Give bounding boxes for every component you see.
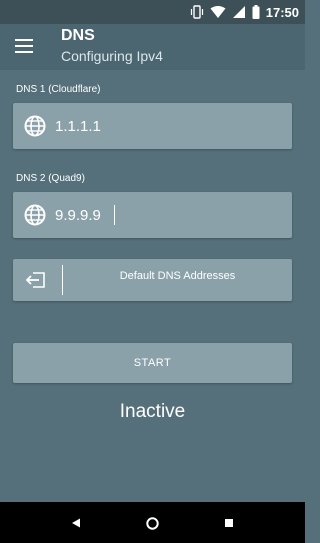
recents-icon [225,519,233,527]
menu-icon-line [15,51,33,53]
navigation-bar [0,502,305,543]
home-icon [145,516,159,530]
battery-icon [252,5,260,19]
back-button[interactable] [68,515,84,531]
recents-button[interactable] [221,515,237,531]
dns2-field[interactable] [13,192,292,238]
dns1-field[interactable] [13,103,292,149]
status-bar: 17:50 [0,0,305,24]
home-button[interactable] [144,515,160,531]
globe-icon [24,204,46,226]
menu-icon-line [15,39,33,41]
status-time: 17:50 [265,4,299,20]
globe-icon [24,115,46,137]
app-bar: DNS Configuring Ipv4 [0,24,305,70]
wifi-icon [210,6,226,18]
import-icon [26,272,45,288]
back-icon [72,518,80,528]
default-dns-button[interactable]: Default DNS Addresses [13,259,292,301]
connection-status: Inactive [119,401,186,422]
dns1-input[interactable] [55,111,275,141]
app-subtitle: Configuring Ipv4 [61,48,163,64]
text-cursor [114,205,115,225]
app-title: DNS [61,27,95,44]
default-dns-label: Default DNS Addresses [119,270,236,282]
start-button[interactable]: START [13,343,292,383]
status-icons: 17:50 [190,3,299,21]
menu-button[interactable] [12,34,36,58]
vibrate-icon [190,5,203,19]
menu-icon-line [15,45,33,47]
dns2-input[interactable] [55,200,275,230]
dns2-label: DNS 2 (Quad9) [16,173,85,184]
dns1-label: DNS 1 (Cloudflare) [16,84,101,95]
signal-icon [232,6,245,18]
